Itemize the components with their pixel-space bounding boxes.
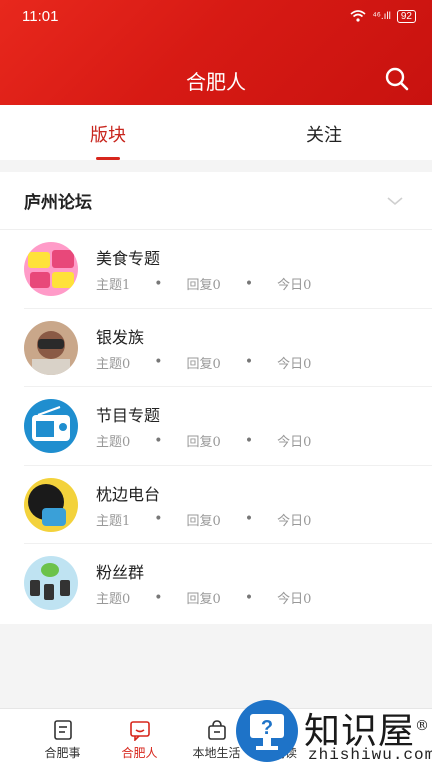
nav-label: 合肥事: [44, 746, 81, 760]
watermark-domain: zhishiwu.com: [308, 746, 432, 764]
forum-name: 节目专题: [96, 406, 161, 425]
bedside-radio-avatar-icon: [24, 477, 78, 532]
separator-dot: •: [154, 432, 163, 449]
forum-stats: 主题0 • 回复0 • 今日0: [96, 431, 312, 451]
section-header[interactable]: 庐州论坛: [0, 172, 432, 230]
forum-row-fans[interactable]: 粉丝群 主题0 • 回复0 • 今日0: [24, 544, 432, 623]
separator-dot: •: [244, 511, 254, 527]
separator-dot: •: [154, 589, 163, 606]
forum-row-elder[interactable]: 银发族 主题0 • 回复0 • 今日0: [24, 309, 432, 387]
section-title: 庐州论坛: [24, 193, 92, 213]
forum-stats: 主题1 • 回复0 • 今日0: [96, 274, 312, 294]
separator-dot: •: [244, 589, 254, 606]
forum-section: 庐州论坛 美食专题 主题1 • 回复0 • 今日0 银发族 主题0 • 回复0 …: [0, 172, 432, 624]
forum-stats: 主题0 • 回复0 • 今日0: [96, 588, 312, 608]
wifi-icon: [350, 10, 366, 22]
reply-count: 回复0: [186, 278, 221, 293]
nav-label: 本地生活: [192, 746, 241, 760]
forum-name: 银发族: [96, 327, 145, 347]
watermark-glyph: ?: [261, 717, 273, 739]
topic-count: 主题1: [96, 278, 131, 293]
separator-dot: •: [244, 354, 254, 370]
page-title: 合肥人: [186, 70, 246, 94]
app-header: 11:01 ⁴⁶.ıll 92 合肥人: [0, 0, 432, 105]
forum-row-programs[interactable]: 节目专题 主题0 • 回复0 • 今日0: [24, 387, 432, 466]
signal-icon: ⁴⁶.ıll: [372, 10, 391, 22]
tab-sections[interactable]: 版块: [0, 105, 216, 160]
forum-row-food[interactable]: 美食专题 主题1 • 回复0 • 今日0: [24, 230, 432, 309]
radio-avatar-icon: [24, 399, 78, 453]
separator-dot: •: [244, 275, 254, 292]
status-icons: ⁴⁶.ıll 92: [350, 9, 416, 23]
topic-count: 主题0: [96, 592, 131, 607]
reply-count: 回复0: [186, 356, 221, 372]
fans-avatar-icon: [24, 556, 78, 610]
today-count: 今日0: [277, 278, 312, 293]
forum-name: 枕边电台: [96, 484, 161, 504]
bag-icon: [207, 720, 226, 740]
today-count: 今日0: [277, 356, 312, 372]
chevron-down-icon[interactable]: [386, 192, 404, 210]
forum-stats: 主题1 • 回复0 • 今日0: [96, 510, 311, 529]
forum-name: 粉丝群: [96, 563, 145, 582]
watermark: ? 知识屋® zhishiwu.com: [236, 700, 432, 768]
reply-count: 回复0: [186, 435, 221, 450]
watermark-logo-icon: ?: [236, 700, 298, 762]
today-count: 今日0: [277, 513, 312, 529]
battery-icon: 92: [396, 9, 416, 23]
nav-hefei-people[interactable]: 合肥人: [101, 709, 178, 768]
status-bar: 11:01 ⁴⁶.ıll 92: [22, 6, 416, 26]
tab-bar: 版块 关注: [0, 105, 432, 160]
topic-count: 主题0: [96, 356, 131, 372]
topic-count: 主题1: [96, 513, 131, 529]
separator-dot: •: [154, 275, 163, 292]
chat-icon: [129, 721, 150, 741]
forum-stats: 主题0 • 回复0 • 今日0: [96, 353, 311, 372]
reply-count: 回复0: [186, 513, 221, 529]
separator-dot: •: [154, 354, 163, 370]
separator-dot: •: [154, 511, 163, 527]
topic-count: 主题0: [96, 435, 131, 450]
food-avatar-icon: [24, 242, 78, 296]
forum-row-bedside-radio[interactable]: 枕边电台 主题1 • 回复0 • 今日0: [24, 466, 432, 544]
registered-mark: ®: [415, 718, 431, 734]
nav-hefei-news[interactable]: 合肥事: [24, 709, 101, 768]
separator-dot: •: [244, 432, 254, 449]
tab-following[interactable]: 关注: [216, 105, 432, 160]
today-count: 今日0: [277, 435, 312, 450]
elder-avatar-icon: [24, 320, 78, 375]
nav-label: 合肥人: [121, 746, 158, 760]
document-icon: [53, 720, 72, 740]
status-time: 11:01: [22, 7, 59, 25]
search-icon[interactable]: [384, 66, 410, 92]
today-count: 今日0: [277, 592, 312, 607]
reply-count: 回复0: [186, 592, 221, 607]
forum-name: 美食专题: [96, 249, 161, 268]
